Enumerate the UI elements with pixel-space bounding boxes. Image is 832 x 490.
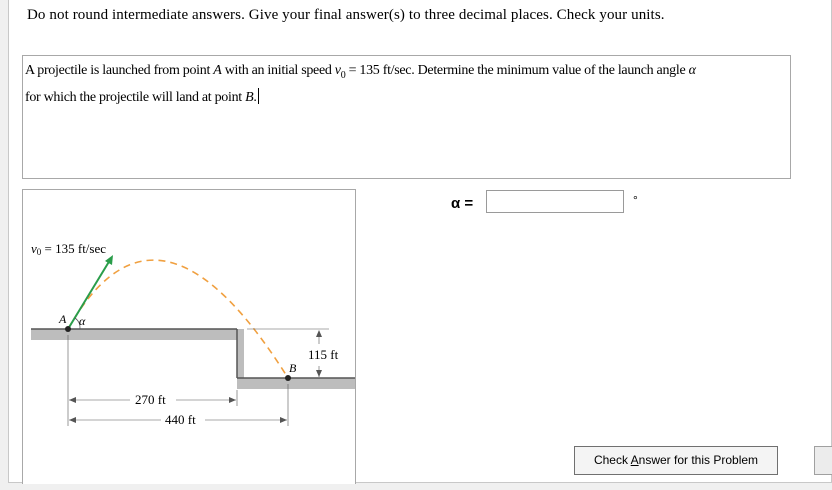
alpha-symbol: α: [688, 63, 696, 78]
instructions-text: Do not round intermediate answers. Give …: [27, 7, 665, 23]
point-b-label: B: [289, 361, 297, 375]
problem-text-part: = 135 ft/sec. Determine the minimum valu…: [345, 63, 689, 78]
dim2-arrow-right: [280, 417, 287, 423]
alpha-answer-label: α =: [451, 195, 474, 212]
point-a-label: A: [58, 312, 67, 326]
check-button-label-post: nswer for this Problem: [638, 453, 759, 467]
adjacent-button[interactable]: [814, 446, 832, 475]
projectile-figure: v0 = 135 ft/sec A α B 115 ft 270 ft 440 …: [22, 189, 356, 484]
problem-statement: A projectile is launched from point A wi…: [25, 60, 787, 109]
text-caret: [257, 87, 259, 104]
dist1-label: 270 ft: [135, 392, 166, 407]
point-a-ref: A: [213, 63, 222, 78]
degree-unit: °: [633, 193, 638, 207]
alpha-answer-input[interactable]: [486, 190, 624, 213]
lower-ground: [237, 378, 355, 389]
problem-statement-box: A projectile is launched from point A wi…: [22, 55, 791, 179]
problem-text-part: .: [253, 89, 257, 105]
point-a-dot: [65, 326, 71, 332]
step-wall: [237, 329, 244, 379]
dim2-arrow-left: [69, 417, 76, 423]
height-label: 115 ft: [308, 347, 339, 362]
check-button-accesskey: A: [630, 453, 639, 467]
check-answer-button[interactable]: Check Answer for this Problem: [574, 446, 778, 475]
angle-label: α: [79, 314, 86, 328]
check-button-label-pre: Check: [593, 453, 631, 467]
projectile-diagram: v0 = 135 ft/sec A α B 115 ft 270 ft 440 …: [31, 241, 355, 427]
point-b-dot: [285, 375, 291, 381]
height-arrow-top: [316, 330, 322, 337]
problem-text-part: for which the projectile will land at po…: [25, 89, 246, 105]
problem-text-part: A projectile is launched from point: [25, 63, 214, 78]
velocity-vector: [67, 259, 111, 330]
dist2-label: 440 ft: [165, 412, 196, 427]
v0-label: v0 = 135 ft/sec: [31, 241, 106, 257]
dim1-arrow-right: [229, 397, 236, 403]
height-arrow-bottom: [316, 370, 322, 377]
problem-text-part: with an initial speed: [221, 63, 335, 78]
trajectory-path: [67, 259, 289, 379]
dim1-arrow-left: [69, 397, 76, 403]
upper-ground: [31, 329, 239, 340]
